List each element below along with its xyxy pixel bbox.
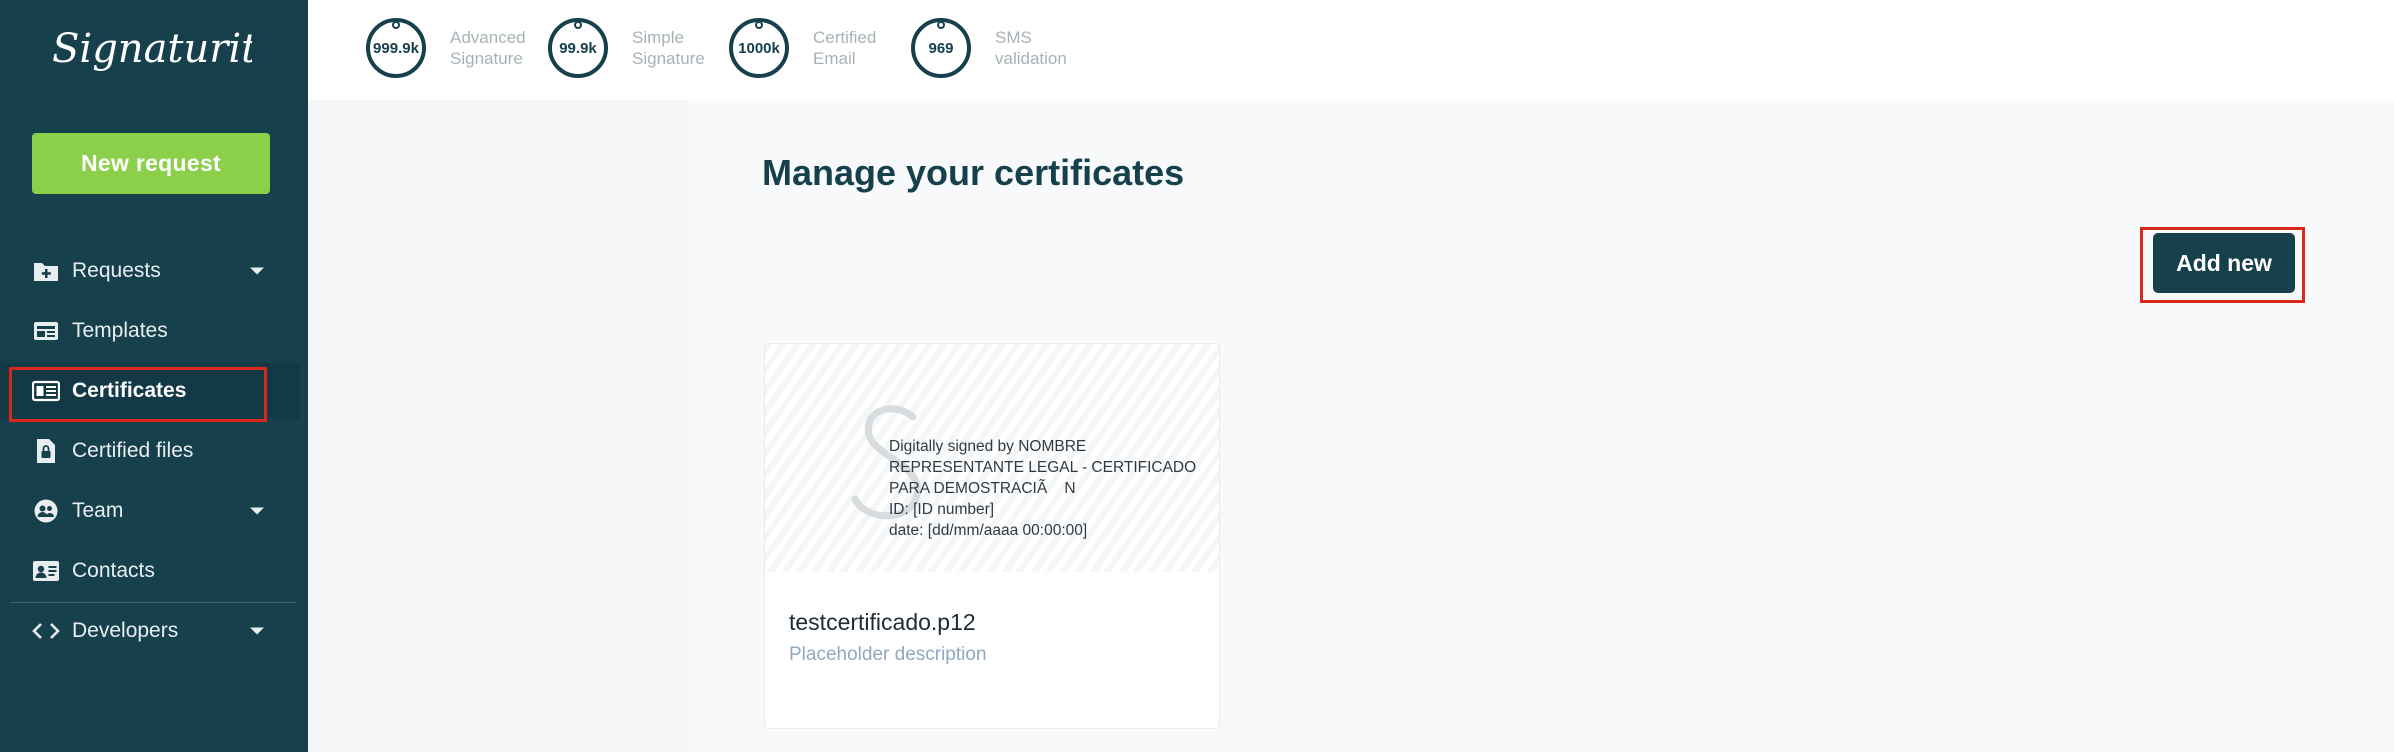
sidebar-item-label: Contacts [72, 559, 155, 582]
counter-ring: 969 [911, 18, 971, 78]
sidebar-item-label: Team [72, 499, 124, 522]
sidebar-item-templates[interactable]: Templates [0, 303, 300, 359]
certificates-highlight [9, 367, 267, 422]
counter-value: 969 [928, 39, 954, 57]
team-icon [32, 499, 60, 523]
chevron-down-icon[interactable] [250, 267, 264, 275]
ring-dot [392, 22, 400, 29]
counter-value: 999.9k [373, 39, 419, 57]
counter-label: SMS validation [995, 27, 1095, 69]
left-pane [308, 100, 688, 752]
page-title: Manage your certificates [762, 152, 1185, 193]
sidebar-item-certified-files[interactable]: Certified files [0, 423, 300, 479]
signature-preview-text: Digitally signed by NOMBRE REPRESENTANTE… [889, 438, 1197, 539]
ring-dot [937, 22, 945, 29]
certificate-card[interactable]: Digitally signed by NOMBRE REPRESENTANTE… [764, 343, 1220, 729]
certificate-description: Placeholder description [789, 644, 987, 665]
counter-label: Advanced Signature [450, 27, 550, 69]
counter-ring: 999.9k [366, 18, 426, 78]
counter-label-line: Email [813, 49, 856, 68]
counter-advanced-signature: 999.9k Advanced Signature [366, 18, 550, 78]
counter-simple-signature: 99.9k Simple Signature [548, 18, 732, 78]
add-new-highlight [2140, 227, 2305, 303]
code-icon [32, 619, 60, 643]
template-icon [32, 319, 60, 343]
svg-text:Signaturit: Signaturit [52, 26, 252, 72]
sidebar: Signaturit New request Requests Template… [0, 0, 308, 752]
counter-sms-validation: 969 SMS validation [911, 18, 1095, 78]
sidebar-item-contacts[interactable]: Contacts [0, 543, 300, 599]
certificate-preview: Digitally signed by NOMBRE REPRESENTANTE… [765, 344, 1219, 572]
chevron-down-icon[interactable] [250, 627, 264, 635]
counter-ring: 1000k [729, 18, 789, 78]
counter-label: Simple Signature [632, 27, 732, 69]
counter-label-line: SMS [995, 28, 1032, 47]
signaturit-logo[interactable]: Signaturit [52, 18, 252, 90]
counter-label: Certified Email [813, 27, 913, 69]
chevron-down-icon[interactable] [250, 507, 264, 515]
counter-value: 99.9k [559, 39, 597, 57]
top-bar: 999.9k Advanced Signature 99.9k Simple Sig… [308, 0, 2394, 100]
counter-certified-email: 1000k Certified Email [729, 18, 913, 78]
sidebar-item-developers[interactable]: Developers [0, 603, 300, 659]
ring-dot [755, 22, 763, 29]
sidebar-item-label: Templates [72, 319, 168, 342]
sidebar-item-label: Requests [72, 259, 161, 282]
certificate-name: testcertificado.p12 [789, 609, 976, 635]
ring-dot [574, 22, 582, 29]
sidebar-item-label: Certified files [72, 439, 194, 462]
new-request-button[interactable]: New request [32, 133, 270, 194]
counter-label-line: Signature [632, 49, 705, 68]
counter-label-line: Advanced [450, 28, 526, 47]
folder-plus-icon [32, 259, 60, 283]
locked-file-icon [32, 439, 60, 463]
counter-ring: 99.9k [548, 18, 608, 78]
sidebar-item-label: Developers [72, 619, 179, 642]
counter-label-line: Signature [450, 49, 523, 68]
sidebar-item-team[interactable]: Team [0, 483, 300, 539]
counter-label-line: Simple [632, 28, 684, 47]
sidebar-item-requests[interactable]: Requests [0, 243, 300, 299]
counter-label-line: Certified [813, 28, 877, 47]
counter-label-line: validation [995, 49, 1067, 68]
contact-card-icon [32, 559, 60, 583]
counter-value: 1000k [738, 39, 780, 57]
